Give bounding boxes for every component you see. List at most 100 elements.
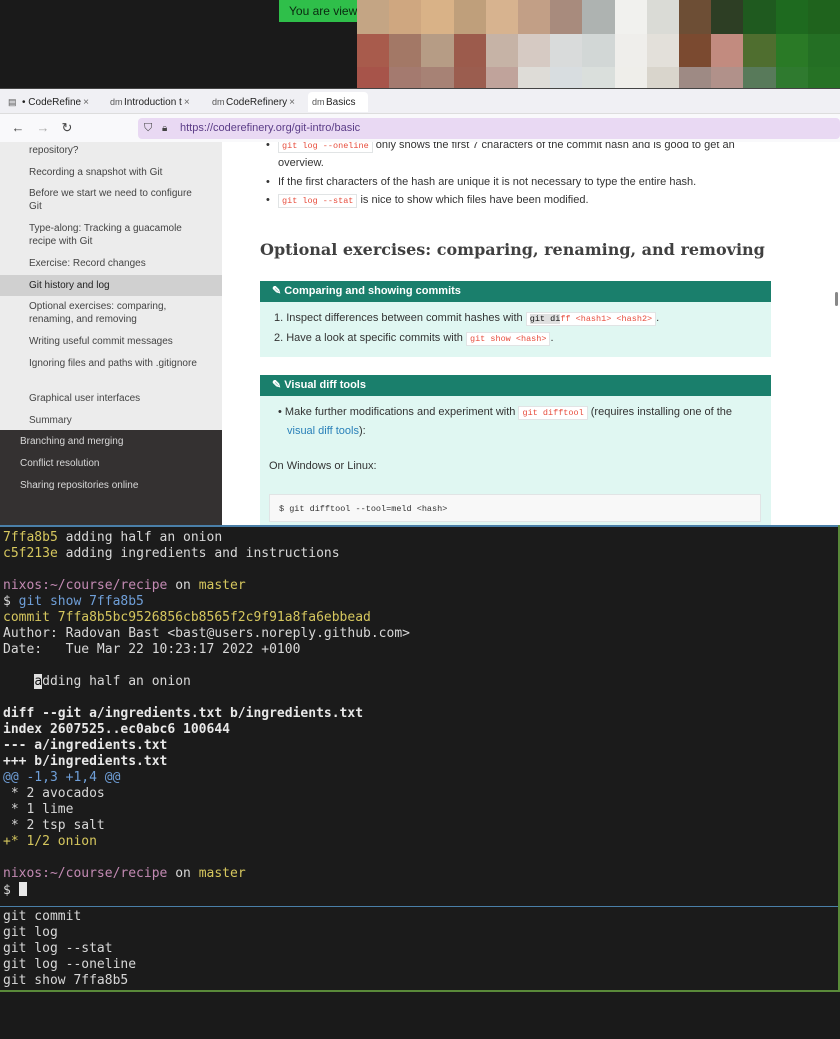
shield-icon: ⛉	[144, 122, 153, 134]
url-field[interactable]: ⛉ 🔒︎ https://coderefinery.org/git-intro/…	[138, 118, 840, 139]
back-icon[interactable]: ←	[9, 119, 27, 137]
mosaic-tile	[550, 0, 583, 34]
sidebar-item[interactable]: Before we start we need to configure Git	[0, 187, 222, 213]
terminal-input-line[interactable]: $	[3, 882, 27, 899]
list-item-continuation: visual diff tools):	[287, 425, 366, 437]
mosaic-tile	[389, 33, 422, 67]
terminal-line: Date: Tue Mar 22 10:23:17 2022 +0100	[3, 642, 301, 657]
mosaic-tile	[807, 33, 840, 67]
mosaic-tile	[485, 33, 518, 67]
close-icon[interactable]: ×	[289, 97, 295, 108]
browser-window: ▤ • CodeRefine × dmIntroduction t × dmCodeR…	[0, 88, 840, 525]
history-item: git show 7ffa8b5	[3, 973, 129, 988]
forward-icon[interactable]: →	[34, 119, 52, 137]
mosaic-tile	[679, 0, 712, 34]
mosaic-tile	[518, 33, 551, 67]
list-item-continuation: overview.	[278, 157, 324, 169]
pencil-icon: ✎	[272, 285, 282, 297]
admonition-visual-diff: ✎ Visual diff tools • Make further modif…	[260, 375, 771, 525]
admonition-title: ✎ Comparing and showing commits	[260, 281, 771, 302]
close-icon[interactable]: ×	[83, 97, 89, 108]
page-icon: ▤	[8, 97, 17, 107]
sidebar-item[interactable]: Summary	[0, 414, 222, 427]
terminal-line: * 2 avocados	[3, 786, 105, 801]
terminal-prompt: nixos:~/course/recipe on master	[3, 578, 246, 593]
docs-sidebar: repository? Recording a snapshot with Gi…	[0, 142, 222, 525]
terminal-line: +* 1/2 onion	[3, 834, 97, 849]
list-item: 1. Inspect differences between commit ha…	[274, 312, 660, 326]
mosaic-tile	[614, 33, 647, 67]
terminal-line: * 2 tsp salt	[3, 818, 105, 833]
mosaic-tile	[389, 0, 422, 34]
mosaic-tile	[518, 0, 551, 34]
scrollbar-thumb[interactable]	[835, 292, 838, 306]
mosaic-tile	[743, 33, 776, 67]
tab-bar: ▤ • CodeRefine × dmIntroduction t × dmCodeR…	[0, 89, 840, 114]
sidebar-item[interactable]: Graphical user interfaces	[0, 392, 222, 405]
sidebar-item[interactable]: Recording a snapshot with Git	[0, 166, 222, 179]
terminal-line: @@ -1,3 +1,4 @@	[3, 770, 121, 785]
mosaic-tile	[453, 33, 486, 67]
terminal-pane[interactable]: 7ffa8b5 adding half an onion c5f213e add…	[0, 525, 838, 906]
mosaic-tile	[453, 0, 486, 34]
terminal-line: index 2607525..ec0abc6 100644	[3, 722, 230, 737]
text-cursor	[18, 882, 27, 896]
tab-basics[interactable]: dmBasics	[308, 92, 368, 112]
mosaic-tile	[646, 33, 679, 67]
mosaic-tile	[775, 33, 808, 67]
tab-introduction[interactable]: dmIntroduction t ×	[106, 92, 206, 112]
terminal-line: * 1 lime	[3, 802, 74, 817]
pencil-icon: ✎	[272, 379, 282, 391]
lock-icon: 🔒︎	[162, 123, 168, 134]
mosaic-tile	[646, 0, 679, 34]
dm-icon: dm	[312, 97, 325, 107]
docs-content: git log --oneline only shows the first 7…	[222, 142, 840, 525]
mosaic-tile	[614, 0, 647, 34]
sidebar-item-conflicts[interactable]: Conflict resolution	[0, 457, 222, 470]
sidebar-item[interactable]: Type-along: Tracking a guacamole recipe …	[0, 222, 222, 248]
sidebar-item[interactable]: Optional exercises: comparing, renaming,…	[0, 300, 222, 326]
sidebar-item[interactable]: Exercise: Record changes	[0, 257, 222, 270]
sidebar-item-current[interactable]: Git history and log	[0, 275, 222, 296]
close-icon[interactable]: ×	[184, 97, 190, 108]
terminal-prompt: nixos:~/course/recipe on master	[3, 866, 246, 881]
mosaic-tile	[743, 0, 776, 34]
tab-coderefinery-1[interactable]: ▤ • CodeRefine ×	[4, 92, 104, 112]
mosaic-tile	[357, 33, 390, 67]
reload-icon[interactable]: ↻	[58, 119, 76, 137]
sidebar-item-branching[interactable]: Branching and merging	[0, 435, 222, 448]
mosaic-tile	[421, 33, 454, 67]
terminal-line: +++ b/ingredients.txt	[3, 754, 168, 769]
terminal-line: commit 7ffa8b5bc9526856cb8565f2c9f91a8fa…	[3, 610, 371, 625]
mosaic-tile	[775, 0, 808, 34]
terminal-line: Author: Radovan Bast <bast@users.noreply…	[3, 626, 410, 641]
terminal-line: --- a/ingredients.txt	[3, 738, 168, 753]
terminal-line: diff --git a/ingredients.txt b/ingredien…	[3, 706, 364, 721]
dm-icon: dm	[212, 97, 225, 107]
list-item: If the first characters of the hash are …	[266, 173, 778, 191]
tab-coderefinery-2[interactable]: dmCodeRefinery ×	[208, 92, 308, 112]
sidebar-item[interactable]: Writing useful commit messages	[0, 335, 222, 348]
history-item: git log	[3, 925, 58, 940]
dm-icon: dm	[110, 97, 123, 107]
section-heading: Optional exercises: comparing, renaming,…	[260, 240, 765, 259]
history-item: git log --stat	[3, 941, 113, 956]
mosaic-tile	[421, 0, 454, 34]
code-block: $ git difftool --tool=meld <hash>	[269, 494, 761, 522]
mosaic-tile	[582, 0, 615, 34]
admonition-title: ✎ Visual diff tools	[260, 375, 771, 396]
mosaic-tile	[679, 33, 712, 67]
sidebar-item[interactable]: Ignoring files and paths with .gitignore	[0, 357, 222, 370]
admonition-comparing: ✎ Comparing and showing commits 1. Inspe…	[260, 281, 771, 357]
list-item: 2. Have a look at specific commits with …	[274, 332, 554, 346]
paragraph: On Windows or Linux:	[269, 460, 377, 472]
mosaic-tile	[485, 0, 518, 34]
mosaic-tile	[807, 0, 840, 34]
navigation-bar: ← → ↻ ⛉ 🔒︎ https://coderefinery.org/git-…	[0, 114, 840, 142]
sidebar-item[interactable]: repository?	[0, 144, 222, 157]
terminal-line: 7ffa8b5 adding half an onion	[3, 530, 223, 545]
terminal-command: $ git show 7ffa8b5	[3, 594, 144, 609]
command-history-pane: git commit git log git log --stat git lo…	[0, 906, 838, 992]
sidebar-item-sharing[interactable]: Sharing repositories online	[0, 479, 222, 492]
visual-diff-tools-link[interactable]: visual diff tools	[287, 425, 359, 437]
